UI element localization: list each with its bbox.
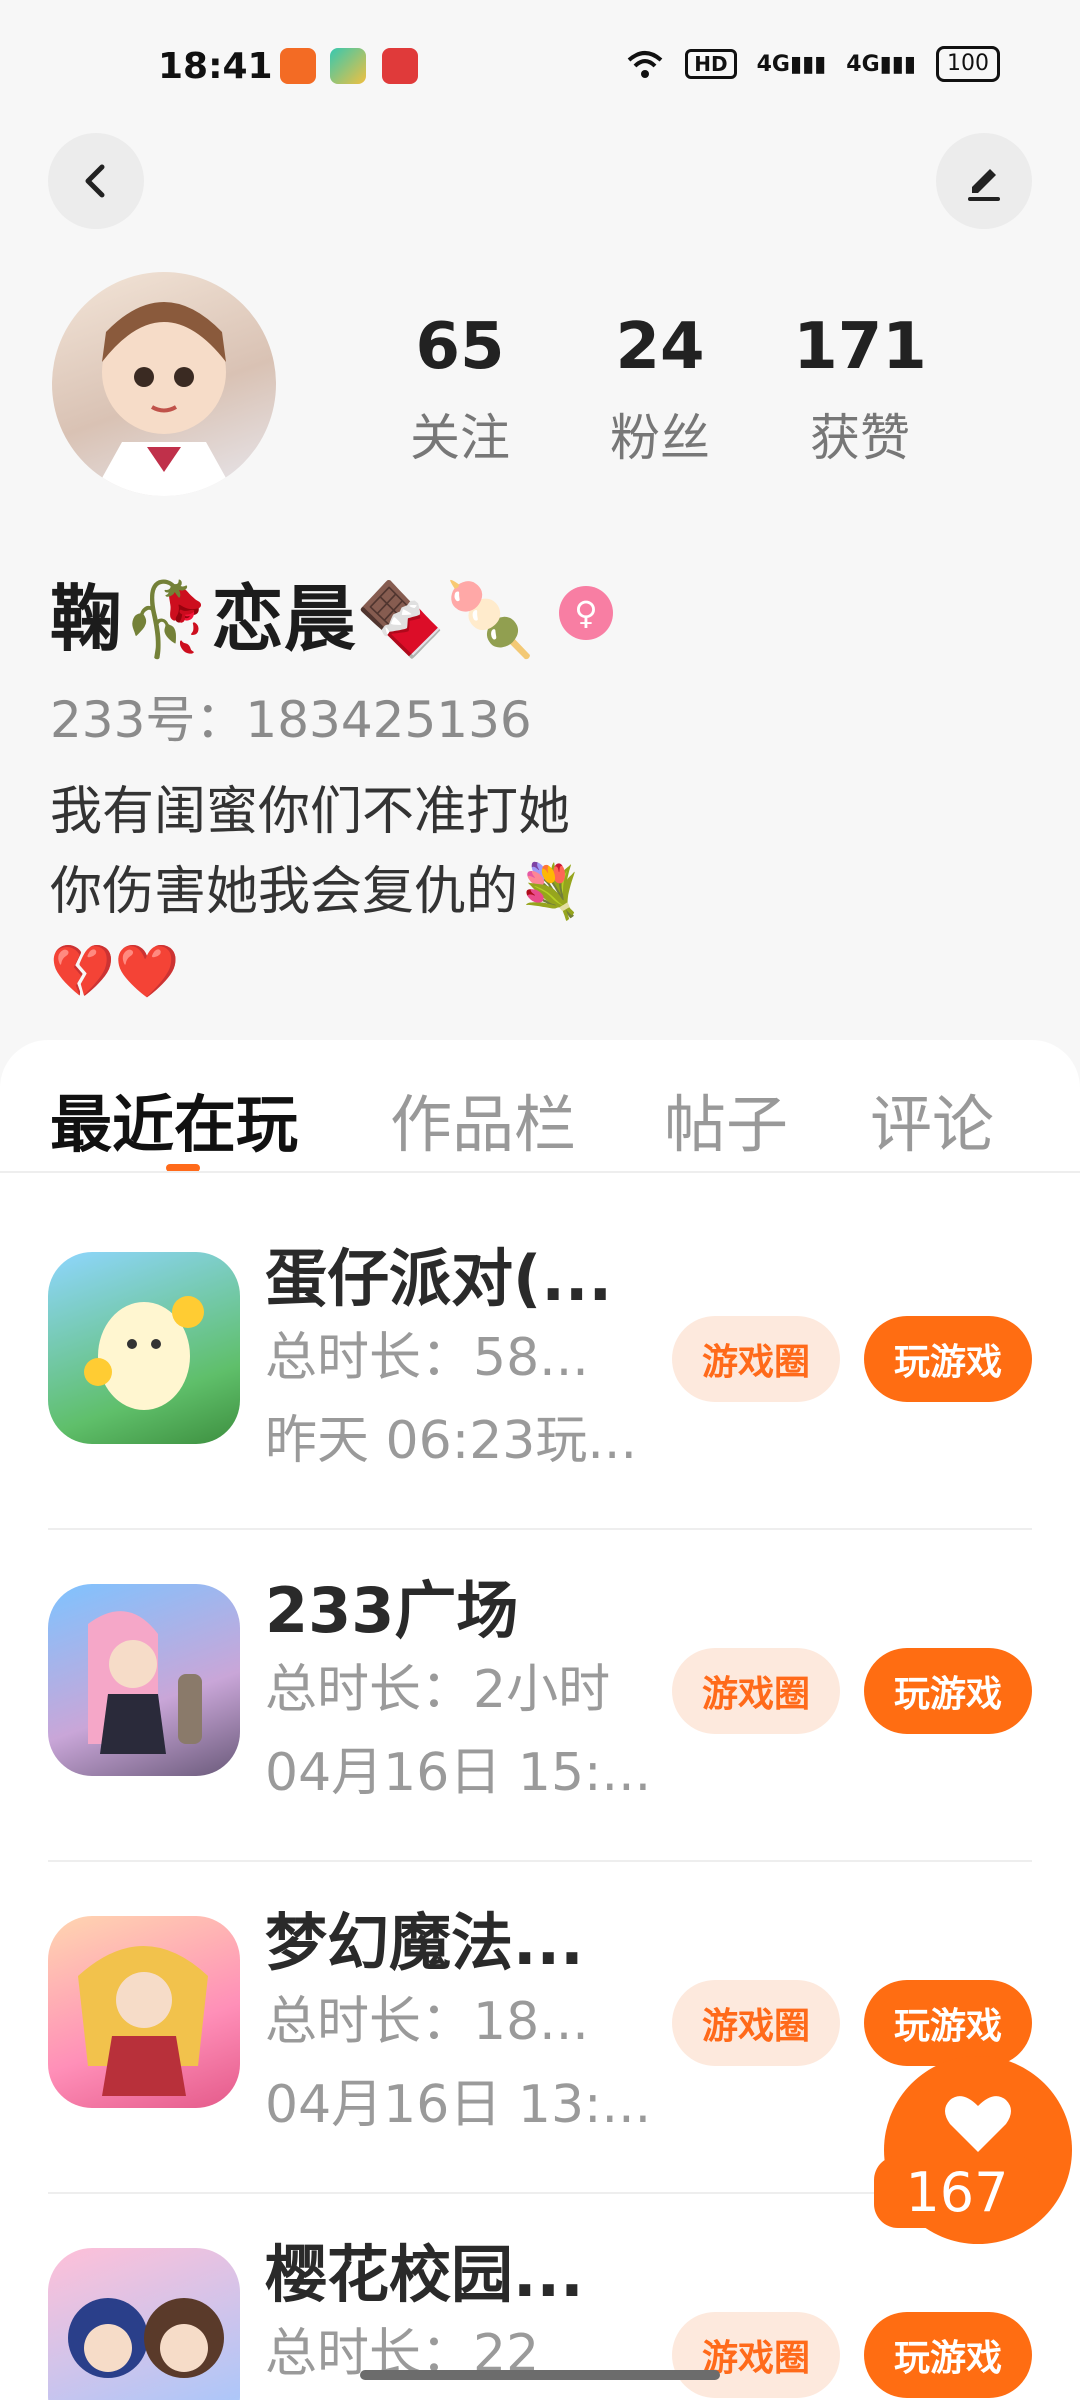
back-button[interactable]	[48, 133, 144, 229]
play-game-button[interactable]: 玩游戏	[864, 1980, 1032, 2066]
game-last-played: 昨天 06:23玩...	[265, 1411, 637, 1471]
game-duration: 总时长：2小时	[265, 1660, 611, 1720]
game-duration: 总时长：18...	[265, 1992, 589, 2052]
chevron-left-icon	[85, 164, 105, 198]
game-row[interactable]: 233广场 总时长：2小时 04月16日 15:... 游戏圈 玩游戏	[48, 1532, 1032, 1862]
stat-value: 65	[415, 310, 505, 384]
signal-icon: 4G▮▮▮	[846, 51, 916, 77]
signal-icon: 4G▮▮▮	[756, 51, 827, 77]
game-icon[interactable]	[48, 1584, 240, 1776]
stat-following[interactable]: 65 关注	[360, 310, 560, 470]
gender-female-icon: ♀	[558, 585, 613, 640]
notification-app-icon	[382, 48, 418, 84]
stat-followers[interactable]: 24 粉丝	[560, 310, 760, 470]
play-game-button[interactable]: 玩游戏	[864, 1648, 1032, 1734]
tab-recently-played[interactable]: 最近在玩	[50, 1074, 298, 1164]
status-time: 18:41	[158, 46, 273, 87]
game-icon[interactable]	[48, 2248, 240, 2400]
tab-posts[interactable]: 帖子	[664, 1074, 788, 1164]
game-last-played: 04月16日 13:...	[265, 2075, 652, 2135]
game-character-image	[84, 1296, 204, 1410]
game-circle-button[interactable]: 游戏圈	[672, 1648, 840, 1734]
divider	[0, 1171, 1080, 1173]
stat-likes[interactable]: 171 获赞	[760, 310, 960, 470]
bio-line: 💔❤️	[50, 942, 180, 1002]
tab-works[interactable]: 作品栏	[390, 1074, 576, 1164]
hd-icon: HD	[685, 49, 737, 79]
stat-label: 获赞	[810, 409, 910, 467]
username-row: 鞠🥀恋晨🍫🍡 ♀	[50, 560, 613, 665]
divider	[48, 1860, 1032, 1862]
game-title: 梦幻魔法...	[265, 1906, 584, 1979]
game-last-played: 04月16日 15:...	[265, 1743, 652, 1803]
game-circle-button[interactable]: 游戏圈	[672, 1316, 840, 1402]
username: 鞠🥀恋晨🍫🍡	[50, 577, 535, 661]
game-icon[interactable]	[48, 1916, 240, 2108]
game-duration: 总时长：58...	[265, 1328, 589, 1388]
game-circle-button[interactable]: 游戏圈	[672, 1980, 840, 2066]
battery-icon: 100	[936, 46, 1000, 82]
game-circle-button[interactable]: 游戏圈	[672, 2312, 840, 2398]
status-bar: 18:41 HD 4G▮▮▮ 4G▮▮▮ 100	[0, 0, 1080, 140]
game-title: 樱花校园...	[265, 2238, 584, 2311]
notification-app-icon	[280, 48, 316, 84]
play-game-button[interactable]: 玩游戏	[864, 1316, 1032, 1402]
home-indicator[interactable]	[360, 2370, 720, 2380]
game-row[interactable]: 蛋仔派对(... 总时长：58... 昨天 06:23玩... 游戏圈 玩游戏	[48, 1200, 1032, 1530]
stat-value: 171	[793, 310, 927, 384]
bio: 我有闺蜜你们不准打她 你伤害她我会复仇的💐 💔❤️	[50, 772, 583, 1012]
bio-line: 我有闺蜜你们不准打她	[50, 782, 571, 842]
stat-label: 粉丝	[610, 409, 710, 467]
game-character-image	[88, 1611, 202, 1754]
game-title: 蛋仔派对(...	[265, 1242, 612, 1315]
edit-profile-button[interactable]	[936, 133, 1032, 229]
game-title: 233广场	[265, 1574, 519, 1647]
avatar-illustration	[92, 302, 236, 496]
game-character-image	[78, 1946, 208, 2096]
notification-app-icon	[330, 48, 366, 84]
edit-icon	[968, 169, 1000, 201]
game-icon[interactable]	[48, 1252, 240, 1444]
user-id[interactable]: 233号：183425136	[50, 680, 532, 752]
like-count: 167	[874, 2156, 1040, 2228]
play-game-button[interactable]: 玩游戏	[864, 2312, 1032, 2398]
stat-value: 24	[615, 310, 705, 384]
bio-line: 你伤害她我会复仇的💐	[50, 862, 583, 922]
profile-stats: 65 关注 24 粉丝 171 获赞	[360, 310, 960, 470]
game-character-image	[68, 2298, 224, 2378]
divider	[48, 1528, 1032, 1530]
wifi-icon	[627, 51, 663, 78]
avatar[interactable]	[52, 272, 276, 496]
tab-bar: 最近在玩 作品栏 帖子 评论	[0, 1040, 1080, 1172]
status-icons: HD 4G▮▮▮ 4G▮▮▮ 100	[625, 46, 1000, 82]
stat-label: 关注	[410, 409, 510, 467]
tab-comments[interactable]: 评论	[870, 1074, 994, 1164]
